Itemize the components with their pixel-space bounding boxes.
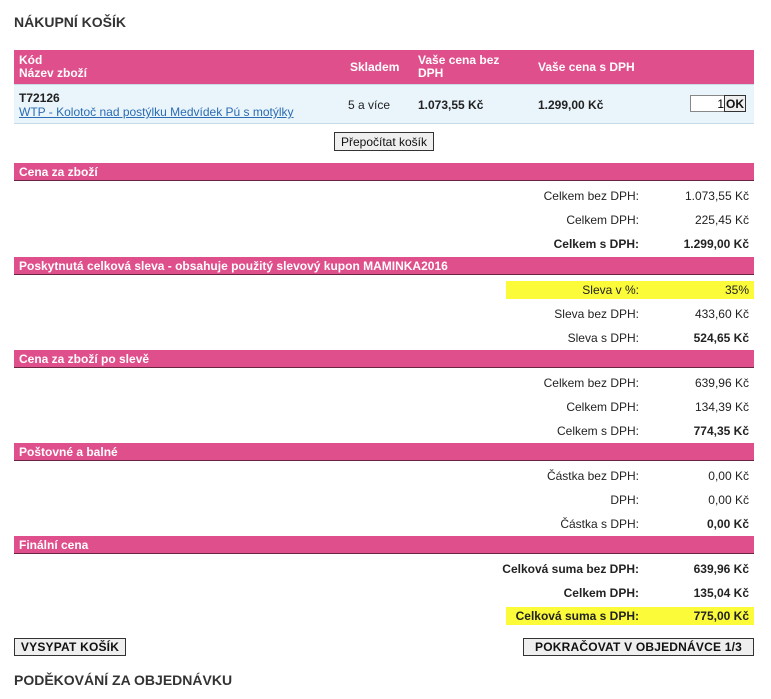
continue-order-button[interactable]: POKRAČOVAT V OBJEDNÁVCE 1/3	[523, 638, 754, 656]
quantity-input[interactable]	[690, 95, 728, 112]
section-goods-title: Cena za zboží	[14, 163, 754, 181]
after-label-vat: Celkem DPH:	[566, 400, 639, 414]
section-discount-title: Poskytnutá celková sleva - obsahuje použ…	[14, 257, 754, 275]
header-stock: Skladem	[350, 60, 400, 74]
shipping-value-vat: 0,00 Kč	[708, 493, 749, 507]
final-label-total: Celková suma s DPH:	[515, 609, 639, 623]
goods-label-total: Celkem s DPH:	[553, 237, 639, 251]
item-stock: 5 a více	[348, 98, 391, 112]
item-code: T72126	[19, 91, 60, 105]
header-price-vat: Vaše cena s DPH	[538, 60, 635, 74]
after-value-vat: 134,39 Kč	[694, 400, 749, 414]
discount-label-percent: Sleva v %:	[582, 283, 639, 297]
after-label-no-vat: Celkem bez DPH:	[543, 376, 639, 390]
shipping-label-no-vat: Částka bez DPH:	[546, 469, 639, 483]
quantity-ok-button[interactable]: OK	[724, 95, 746, 112]
page-title: NÁKUPNÍ KOŠÍK	[14, 14, 127, 30]
final-label-vat: Celkem DPH:	[563, 586, 639, 600]
final-value-vat: 135,04 Kč	[693, 586, 749, 600]
cart-item-row: T72126 WTP - Kolotoč nad postýlku Medvíd…	[14, 84, 754, 124]
discount-label-vat: Sleva s DPH:	[567, 331, 639, 345]
header-price-no-vat: Vaše cena bez DPH	[418, 53, 500, 80]
footer-title: PODĚKOVÁNÍ ZA OBJEDNÁVKU	[14, 672, 233, 688]
section-final-title: Finální cena	[14, 536, 754, 554]
discount-value-vat: 524,65 Kč	[693, 331, 749, 345]
final-value-total: 775,00 Kč	[693, 609, 749, 623]
goods-value-vat: 225,45 Kč	[694, 213, 749, 227]
shipping-value-total: 0,00 Kč	[706, 517, 749, 531]
goods-label-no-vat: Celkem bez DPH:	[543, 189, 639, 203]
cart-table-header: Kód Název zboží Skladem Vaše cena bez DP…	[14, 50, 754, 84]
shipping-label-total: Částka s DPH:	[560, 517, 639, 531]
discount-label-no-vat: Sleva bez DPH:	[554, 307, 639, 321]
section-shipping-title: Poštovné a balné	[14, 443, 754, 461]
section-after-discount-title: Cena za zboží po slevě	[14, 350, 754, 368]
shipping-label-vat: DPH:	[610, 493, 639, 507]
discount-value-no-vat: 433,60 Kč	[694, 307, 749, 321]
item-price-no-vat: 1.073,55 Kč	[418, 98, 484, 112]
after-value-total: 774,35 Kč	[693, 424, 749, 438]
after-label-total: Celkem s DPH:	[556, 424, 639, 438]
item-price-vat: 1.299,00 Kč	[538, 98, 604, 112]
product-link[interactable]: WTP - Kolotoč nad postýlku Medvídek Pú s…	[19, 105, 294, 119]
recalculate-cart-button[interactable]: Přepočítat košík	[334, 132, 434, 151]
final-label-no-vat: Celková suma bez DPH:	[502, 562, 639, 576]
empty-cart-button[interactable]: VYSYPAT KOŠÍK	[14, 638, 126, 656]
goods-value-no-vat: 1.073,55 Kč	[684, 189, 749, 203]
after-value-no-vat: 639,96 Kč	[694, 376, 749, 390]
final-value-no-vat: 639,96 Kč	[693, 562, 749, 576]
header-name: Název zboží	[19, 66, 88, 80]
discount-value-percent: 35%	[724, 283, 749, 297]
shipping-value-no-vat: 0,00 Kč	[708, 469, 749, 483]
goods-label-vat: Celkem DPH:	[566, 213, 639, 227]
goods-value-total: 1.299,00 Kč	[683, 237, 749, 251]
